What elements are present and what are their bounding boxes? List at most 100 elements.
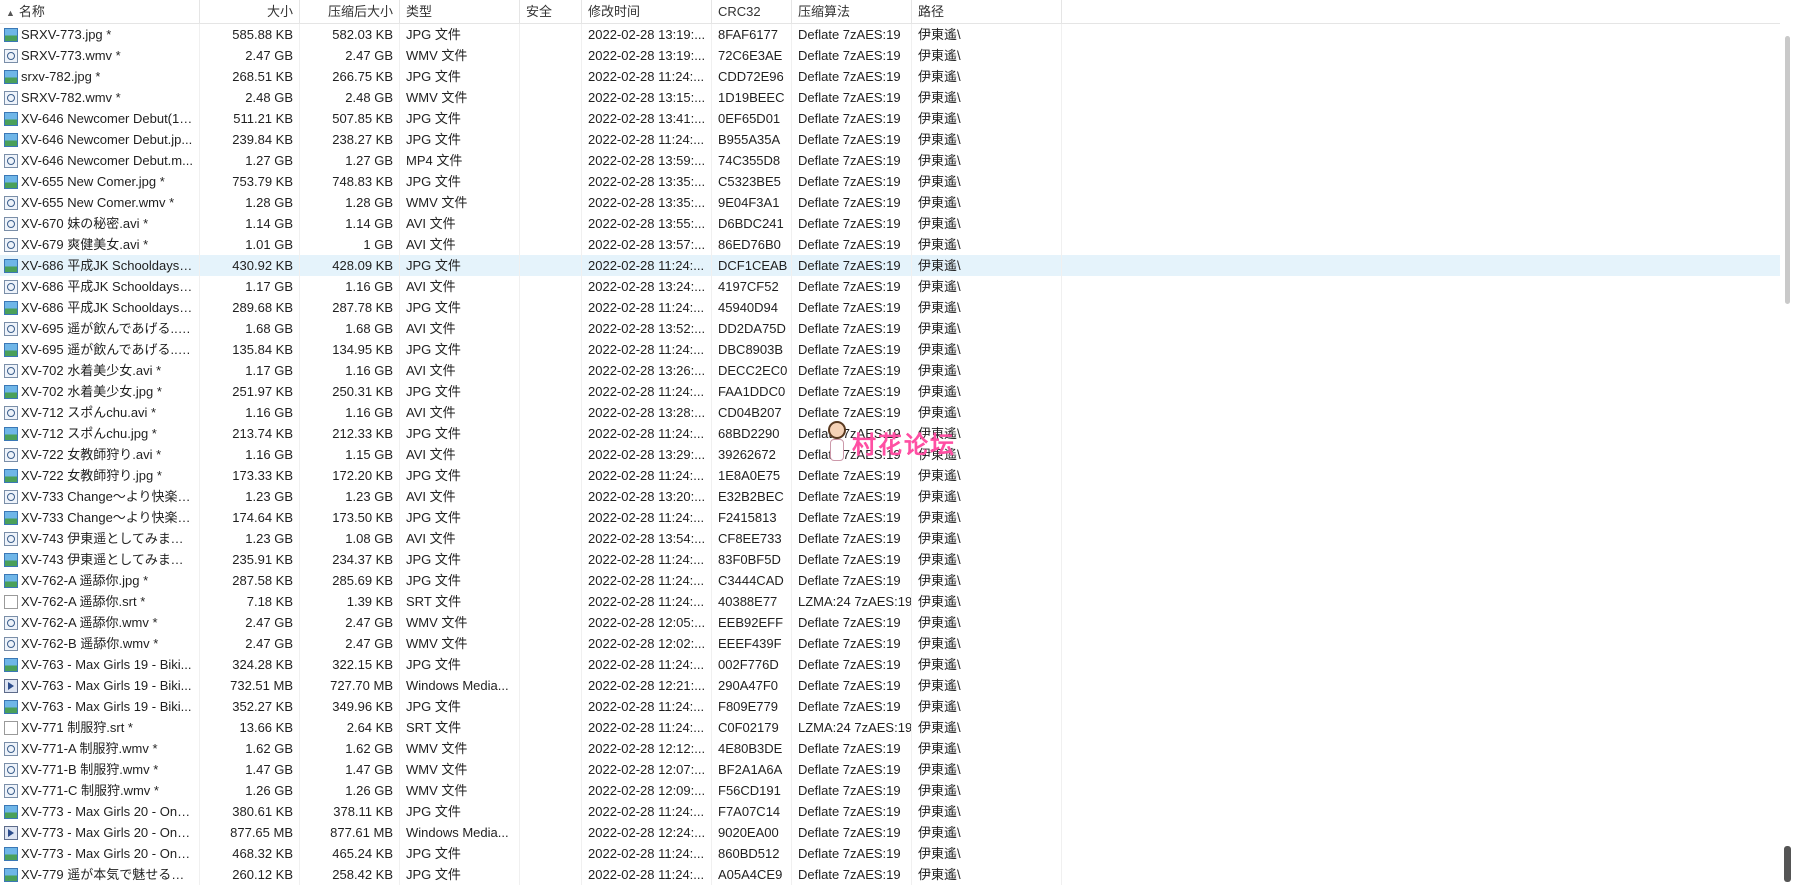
table-row[interactable]: XV-771-C 制服狩.wmv * 1.26 GB 1.26 GB WMV 文件 20… — [0, 780, 1780, 801]
scrollbar-bottom-handle[interactable] — [1784, 846, 1791, 882]
file-name-cell[interactable]: XV-702 水着美少女.jpg * — [0, 381, 200, 402]
column-header-packed-size[interactable]: 压缩后大小 — [300, 0, 400, 23]
table-row[interactable]: XV-646 Newcomer Debut(1)... 511.21 KB 507.… — [0, 108, 1780, 129]
table-row[interactable]: XV-702 水着美少女.avi * 1.17 GB 1.16 GB AVI 文件 20… — [0, 360, 1780, 381]
table-row[interactable]: XV-743 伊東遥としてみませ... 235.91 KB 234.37 KB JPG… — [0, 549, 1780, 570]
table-row[interactable]: XV-743 伊東遥としてみませ... 1.23 GB 1.08 GB AVI 文件 2… — [0, 528, 1780, 549]
file-size: 251.97 KB — [200, 381, 300, 402]
table-row[interactable]: XV-762-A 遥舔你.wmv * 2.47 GB 2.47 GB WMV 文件 20… — [0, 612, 1780, 633]
table-row[interactable]: XV-702 水着美少女.jpg * 251.97 KB 250.31 KB JPG … — [0, 381, 1780, 402]
file-name-cell[interactable]: XV-670 妹の秘密.avi * — [0, 213, 200, 234]
table-row[interactable]: XV-679 爽健美女.avi * 1.01 GB 1 GB AVI 文件 2022-0… — [0, 234, 1780, 255]
file-name-cell[interactable]: XV-779 遥が本気で魅せるお... — [0, 864, 200, 885]
file-name-cell[interactable]: XV-733 Change～より快楽を... — [0, 486, 200, 507]
table-row[interactable]: XV-695 遥が飲んであげる....j... 135.84 KB 134.95 K… — [0, 339, 1780, 360]
table-row[interactable]: XV-771 制服狩.srt * 13.66 KB 2.64 KB SRT 文件 202… — [0, 717, 1780, 738]
file-name-cell[interactable]: SRXV-773.wmv * — [0, 45, 200, 66]
table-row[interactable]: XV-655 New Comer.wmv * 1.28 GB 1.28 GB WMV … — [0, 192, 1780, 213]
file-type: AVI 文件 — [400, 528, 520, 549]
column-header-type[interactable]: 类型 — [400, 0, 520, 23]
compression-method: Deflate 7zAES:19 — [792, 129, 912, 150]
file-name-cell[interactable]: XV-646 Newcomer Debut(1)... — [0, 108, 200, 129]
file-path: 伊東遙\ — [912, 864, 1062, 885]
file-name-cell[interactable]: XV-712 スポんchu.avi * — [0, 402, 200, 423]
table-row[interactable]: XV-763 - Max Girls 19 - Biki... 324.28 KB… — [0, 654, 1780, 675]
file-name-cell[interactable]: XV-773 - Max Girls 20 - Ons... — [0, 801, 200, 822]
table-row[interactable]: XV-763 - Max Girls 19 - Biki... 732.51 MB… — [0, 675, 1780, 696]
file-name-cell[interactable]: XV-771 制服狩.srt * — [0, 717, 200, 738]
image-file-icon — [4, 384, 18, 399]
file-name-cell[interactable]: XV-646 Newcomer Debut.m... — [0, 150, 200, 171]
file-name-cell[interactable]: XV-695 遥が飲んであげる....j... — [0, 339, 200, 360]
table-row[interactable]: SRXV-773.jpg * 585.88 KB 582.03 KB JPG 文件 20… — [0, 24, 1780, 45]
file-name-cell[interactable]: XV-763 - Max Girls 19 - Biki... — [0, 654, 200, 675]
file-name-cell[interactable]: XV-655 New Comer.wmv * — [0, 192, 200, 213]
modified-time: 2022-02-28 12:02:... — [582, 633, 712, 654]
file-name-cell[interactable]: srxv-782.jpg * — [0, 66, 200, 87]
table-row[interactable]: XV-733 Change～より快楽を... 174.64 KB 173.50 KB… — [0, 507, 1780, 528]
file-name-cell[interactable]: XV-762-B 遥舔你.wmv * — [0, 633, 200, 654]
file-name-cell[interactable]: XV-686 平成JK Schooldays.a... — [0, 276, 200, 297]
column-header-name[interactable]: ▲ 名称 — [0, 0, 200, 23]
file-name-cell[interactable]: XV-686 平成JK Schooldays.j... — [0, 297, 200, 318]
file-name-cell[interactable]: XV-722 女教師狩り.avi * — [0, 444, 200, 465]
file-name-cell[interactable]: XV-762-A 遥舔你.srt * — [0, 591, 200, 612]
table-row[interactable]: XV-773 - Max Girls 20 - Ons... 468.32 KB 4… — [0, 843, 1780, 864]
table-row[interactable]: XV-763 - Max Girls 19 - Biki... 352.27 KB… — [0, 696, 1780, 717]
file-name-cell[interactable]: XV-773 - Max Girls 20 - Ons... — [0, 843, 200, 864]
compression-method: Deflate 7zAES:19 — [792, 570, 912, 591]
table-row[interactable]: XV-646 Newcomer Debut.jp... 239.84 KB 238.… — [0, 129, 1780, 150]
file-name-cell[interactable]: SRXV-773.jpg * — [0, 24, 200, 45]
column-header-path[interactable]: 路径 — [912, 0, 1062, 23]
file-name-cell[interactable]: XV-743 伊東遥としてみませ... — [0, 528, 200, 549]
file-size: 13.66 KB — [200, 717, 300, 738]
column-header-modified[interactable]: 修改时间 — [582, 0, 712, 23]
table-row[interactable]: XV-762-A 遥舔你.jpg * 287.58 KB 285.69 KB JPG … — [0, 570, 1780, 591]
file-name-cell[interactable]: XV-762-A 遥舔你.jpg * — [0, 570, 200, 591]
table-row[interactable]: XV-733 Change～より快楽を... 1.23 GB 1.23 GB AVI … — [0, 486, 1780, 507]
table-row[interactable]: XV-779 遥が本気で魅せるお... 260.12 KB 258.42 KB JPG… — [0, 864, 1780, 885]
table-row[interactable]: XV-686 平成JK Schooldays ... 430.92 KB 428.0… — [0, 255, 1780, 276]
table-row[interactable]: XV-686 平成JK Schooldays.a... 1.17 GB 1.16 G… — [0, 276, 1780, 297]
file-name-cell[interactable]: XV-679 爽健美女.avi * — [0, 234, 200, 255]
file-name-cell[interactable]: XV-733 Change～より快楽を... — [0, 507, 200, 528]
table-row[interactable]: SRXV-773.wmv * 2.47 GB 2.47 GB WMV 文件 2022-0… — [0, 45, 1780, 66]
table-row[interactable]: XV-773 - Max Girls 20 - Ons... 380.61 KB 3… — [0, 801, 1780, 822]
table-row[interactable]: XV-773 - Max Girls 20 - Ons... 877.65 MB 8… — [0, 822, 1780, 843]
table-row[interactable]: SRXV-782.wmv * 2.48 GB 2.48 GB WMV 文件 2022-0… — [0, 87, 1780, 108]
table-row[interactable]: XV-646 Newcomer Debut.m... 1.27 GB 1.27 GB… — [0, 150, 1780, 171]
file-name-cell[interactable]: XV-763 - Max Girls 19 - Biki... — [0, 696, 200, 717]
table-row[interactable]: XV-695 遥が飲んであげる....a... 1.68 GB 1.68 GB AVI… — [0, 318, 1780, 339]
file-name-cell[interactable]: XV-771-B 制服狩.wmv * — [0, 759, 200, 780]
table-row[interactable]: XV-655 New Comer.jpg * 753.79 KB 748.83 KB… — [0, 171, 1780, 192]
file-name-cell[interactable]: XV-686 平成JK Schooldays ... — [0, 255, 200, 276]
file-name-cell[interactable]: XV-646 Newcomer Debut.jp... — [0, 129, 200, 150]
table-row[interactable]: XV-670 妹の秘密.avi * 1.14 GB 1.14 GB AVI 文件 202… — [0, 213, 1780, 234]
file-name-cell[interactable]: XV-695 遥が飲んであげる....a... — [0, 318, 200, 339]
file-name-cell[interactable]: XV-702 水着美少女.avi * — [0, 360, 200, 381]
video-file-icon — [4, 741, 18, 756]
column-header-security[interactable]: 安全 — [520, 0, 582, 23]
file-name-cell[interactable]: XV-773 - Max Girls 20 - Ons... — [0, 822, 200, 843]
table-row[interactable]: XV-762-A 遥舔你.srt * 7.18 KB 1.39 KB SRT 文件 20… — [0, 591, 1780, 612]
file-name-cell[interactable]: XV-712 スポんchu.jpg * — [0, 423, 200, 444]
file-name-cell[interactable]: XV-743 伊東遥としてみませ... — [0, 549, 200, 570]
file-name-cell[interactable]: XV-762-A 遥舔你.wmv * — [0, 612, 200, 633]
vertical-scrollbar[interactable] — [1780, 0, 1794, 887]
table-row[interactable]: XV-771-B 制服狩.wmv * 1.47 GB 1.47 GB WMV 文件 20… — [0, 759, 1780, 780]
table-row[interactable]: XV-686 平成JK Schooldays.j... 289.68 KB 287.… — [0, 297, 1780, 318]
table-row[interactable]: XV-762-B 遥舔你.wmv * 2.47 GB 2.47 GB WMV 文件 20… — [0, 633, 1780, 654]
file-name-cell[interactable]: XV-771-A 制服狩.wmv * — [0, 738, 200, 759]
file-name-cell[interactable]: XV-771-C 制服狩.wmv * — [0, 780, 200, 801]
column-header-crc32[interactable]: CRC32 — [712, 0, 792, 23]
column-header-size[interactable]: 大小 — [200, 0, 300, 23]
file-name-cell[interactable]: XV-722 女教師狩り.jpg * — [0, 465, 200, 486]
column-header-method[interactable]: 压缩算法 — [792, 0, 912, 23]
scrollbar-thumb[interactable] — [1785, 36, 1790, 304]
table-row[interactable]: XV-771-A 制服狩.wmv * 1.62 GB 1.62 GB WMV 文件 20… — [0, 738, 1780, 759]
file-name-cell[interactable]: SRXV-782.wmv * — [0, 87, 200, 108]
file-name-cell[interactable]: XV-655 New Comer.jpg * — [0, 171, 200, 192]
table-row[interactable]: srxv-782.jpg * 268.51 KB 266.75 KB JPG 文件 20… — [0, 66, 1780, 87]
file-name-cell[interactable]: XV-763 - Max Girls 19 - Biki... — [0, 675, 200, 696]
file-type: JPG 文件 — [400, 66, 520, 87]
